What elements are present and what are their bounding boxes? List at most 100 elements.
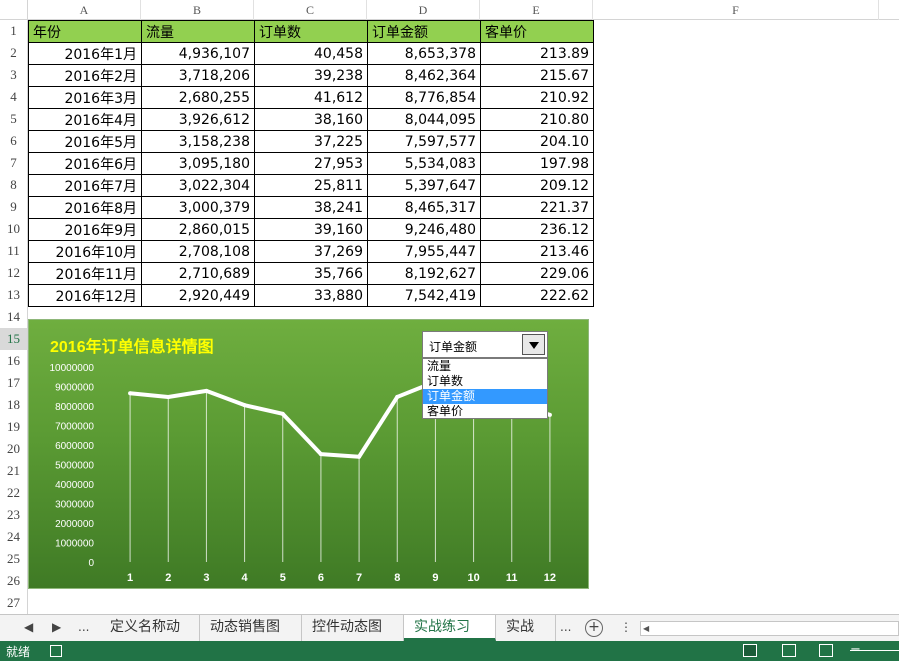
table-cell[interactable]: 2,860,015 <box>141 218 255 241</box>
row-header-4[interactable]: 4 <box>0 86 28 108</box>
sheet-tab[interactable]: 定义名称动态 <box>100 615 200 641</box>
tab-overflow-left[interactable]: ... <box>78 620 89 634</box>
table-cell[interactable]: 8,462,364 <box>367 64 481 87</box>
row-header-25[interactable]: 25 <box>0 548 28 570</box>
data-point[interactable] <box>318 452 323 457</box>
row-header-10[interactable]: 10 <box>0 218 28 240</box>
column-header-a[interactable]: A <box>28 0 141 20</box>
row-header-22[interactable]: 22 <box>0 482 28 504</box>
add-sheet-icon[interactable]: + <box>585 619 603 637</box>
row-header-18[interactable]: 18 <box>0 394 28 416</box>
table-cell[interactable]: 2,710,689 <box>141 262 255 285</box>
table-cell[interactable]: 2016年5月 <box>28 130 142 153</box>
table-cell[interactable]: 2016年11月 <box>28 262 142 285</box>
sheet-tab[interactable]: 实战练习 <box>496 615 556 641</box>
table-cell[interactable]: 3,022,304 <box>141 174 255 197</box>
table-cell[interactable]: 25,811 <box>254 174 368 197</box>
table-cell[interactable]: 2016年9月 <box>28 218 142 241</box>
table-cell[interactable]: 2,920,449 <box>141 284 255 307</box>
table-cell[interactable]: 3,095,180 <box>141 152 255 175</box>
table-cell[interactable]: 221.37 <box>480 196 594 219</box>
table-cell[interactable]: 41,612 <box>254 86 368 109</box>
table-cell[interactable]: 209.12 <box>480 174 594 197</box>
table-cell[interactable]: 7,542,419 <box>367 284 481 307</box>
combo-option[interactable]: 订单金额 <box>423 389 547 404</box>
table-cell[interactable]: 8,192,627 <box>367 262 481 285</box>
table-cell[interactable]: 27,953 <box>254 152 368 175</box>
header-cell[interactable]: 订单金额 <box>367 20 481 43</box>
header-cell[interactable]: 订单数 <box>254 20 368 43</box>
row-header-12[interactable]: 12 <box>0 262 28 284</box>
row-header-15[interactable]: 15 <box>0 328 28 350</box>
table-cell[interactable]: 8,776,854 <box>367 86 481 109</box>
row-header-20[interactable]: 20 <box>0 438 28 460</box>
row-header-24[interactable]: 24 <box>0 526 28 548</box>
table-cell[interactable]: 2016年12月 <box>28 284 142 307</box>
table-cell[interactable]: 9,246,480 <box>367 218 481 241</box>
column-header-c[interactable]: C <box>254 0 367 20</box>
table-cell[interactable]: 38,160 <box>254 108 368 131</box>
table-cell[interactable]: 213.46 <box>480 240 594 263</box>
table-cell[interactable]: 7,597,577 <box>367 130 481 153</box>
normal-view-icon[interactable] <box>743 644 757 657</box>
table-cell[interactable]: 2,680,255 <box>141 86 255 109</box>
table-cell[interactable]: 39,238 <box>254 64 368 87</box>
row-header-5[interactable]: 5 <box>0 108 28 130</box>
table-cell[interactable]: 3,718,206 <box>141 64 255 87</box>
row-header-26[interactable]: 26 <box>0 570 28 592</box>
macro-record-icon[interactable] <box>50 645 62 657</box>
zoom-slider[interactable] <box>850 650 899 651</box>
table-cell[interactable]: 2016年7月 <box>28 174 142 197</box>
table-cell[interactable]: 210.92 <box>480 86 594 109</box>
column-header-d[interactable]: D <box>367 0 480 20</box>
combo-dropdown-button[interactable] <box>522 334 545 355</box>
table-cell[interactable]: 204.10 <box>480 130 594 153</box>
tab-scroll-next-icon[interactable]: ▶ <box>52 620 61 634</box>
tab-scroll-prev-icon[interactable]: ◀ <box>24 620 33 634</box>
table-cell[interactable]: 40,458 <box>254 42 368 65</box>
data-point[interactable] <box>166 394 171 399</box>
table-cell[interactable]: 8,653,378 <box>367 42 481 65</box>
data-point[interactable] <box>395 394 400 399</box>
data-point[interactable] <box>547 412 552 417</box>
table-cell[interactable]: 35,766 <box>254 262 368 285</box>
table-cell[interactable]: 2016年4月 <box>28 108 142 131</box>
header-cell[interactable]: 年份 <box>28 20 142 43</box>
table-cell[interactable]: 33,880 <box>254 284 368 307</box>
row-header-2[interactable]: 2 <box>0 42 28 64</box>
column-header-e[interactable]: E <box>480 0 593 20</box>
data-point[interactable] <box>357 454 362 459</box>
row-header-7[interactable]: 7 <box>0 152 28 174</box>
column-header-f[interactable]: F <box>593 0 879 20</box>
sheet-tab[interactable]: 控件动态图表 <box>302 615 404 641</box>
sheet-tab[interactable]: 实战练习01 <box>404 615 496 641</box>
table-cell[interactable]: 8,044,095 <box>367 108 481 131</box>
combo-options-list[interactable]: 流量 订单数 订单金额 客单价 <box>422 358 548 419</box>
combo-option[interactable]: 订单数 <box>423 374 547 389</box>
table-cell[interactable]: 2016年3月 <box>28 86 142 109</box>
row-header-1[interactable]: 1 <box>0 20 28 42</box>
row-header-27[interactable]: 27 <box>0 592 28 614</box>
table-cell[interactable]: 229.06 <box>480 262 594 285</box>
row-header-8[interactable]: 8 <box>0 174 28 196</box>
select-all-corner[interactable] <box>0 0 28 20</box>
data-point[interactable] <box>280 411 285 416</box>
tab-overflow-right[interactable]: ... <box>560 620 571 634</box>
row-header-21[interactable]: 21 <box>0 460 28 482</box>
row-header-3[interactable]: 3 <box>0 64 28 86</box>
table-cell[interactable]: 213.89 <box>480 42 594 65</box>
data-point[interactable] <box>242 403 247 408</box>
table-cell[interactable]: 37,269 <box>254 240 368 263</box>
table-cell[interactable]: 39,160 <box>254 218 368 241</box>
table-cell[interactable]: 7,955,447 <box>367 240 481 263</box>
row-header-19[interactable]: 19 <box>0 416 28 438</box>
table-cell[interactable]: 5,397,647 <box>367 174 481 197</box>
row-header-23[interactable]: 23 <box>0 504 28 526</box>
table-cell[interactable]: 37,225 <box>254 130 368 153</box>
row-header-16[interactable]: 16 <box>0 350 28 372</box>
header-cell[interactable]: 客单价 <box>480 20 594 43</box>
scroll-left-icon[interactable]: ◀ <box>643 624 649 633</box>
table-cell[interactable]: 236.12 <box>480 218 594 241</box>
horizontal-scrollbar[interactable]: ◀ <box>640 621 899 636</box>
table-cell[interactable]: 197.98 <box>480 152 594 175</box>
